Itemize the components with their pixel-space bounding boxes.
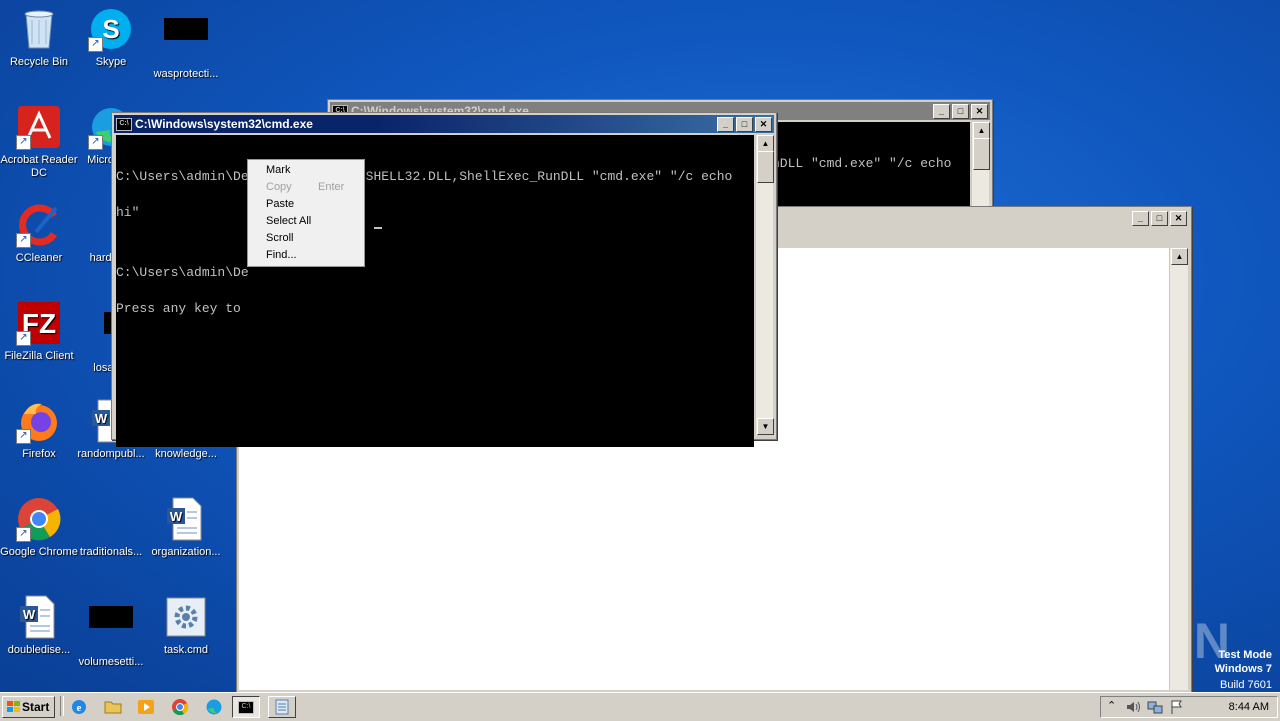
minimize-button[interactable]: _ bbox=[1132, 210, 1149, 226]
front-cmd-scrollbar[interactable]: ▲ ▼ bbox=[755, 135, 774, 435]
svg-text:S: S bbox=[102, 14, 119, 44]
word-document-icon: W bbox=[163, 496, 209, 542]
console-line: hi" bbox=[116, 205, 140, 220]
ccleaner-icon: ↗ bbox=[16, 202, 62, 248]
clock[interactable]: 8:44 AM bbox=[1229, 701, 1269, 713]
folder-icon[interactable] bbox=[104, 698, 122, 716]
svg-text:W: W bbox=[170, 509, 183, 524]
shortcut-arrow-icon: ↗ bbox=[16, 233, 31, 248]
shortcut-arrow-icon: ↗ bbox=[88, 135, 103, 150]
volume-icon[interactable] bbox=[1125, 699, 1141, 715]
black-file-icon bbox=[163, 18, 209, 64]
edge-icon[interactable] bbox=[205, 698, 223, 716]
gear-file-icon bbox=[163, 594, 209, 640]
scroll-up-button[interactable]: ▲ bbox=[1171, 248, 1188, 265]
console-line: C:\Users\admin\Desktop>rundll32 SHELL32.… bbox=[116, 169, 733, 184]
system-tray: ⌃ 8:44 AM bbox=[1100, 696, 1278, 718]
blank-window-scrollbar[interactable]: ▲ bbox=[1169, 248, 1188, 690]
minimize-button[interactable]: _ bbox=[717, 116, 734, 132]
black-file-icon bbox=[88, 606, 134, 652]
svg-text:e: e bbox=[77, 702, 82, 714]
desktop-icon-volumesetti[interactable]: volumesetti... bbox=[72, 594, 150, 669]
tray-expand-icon[interactable]: ⌃ bbox=[1107, 699, 1116, 712]
desktop-icon-organization[interactable]: W organization... bbox=[147, 496, 225, 559]
desktop-icon-recycle-bin[interactable]: Recycle Bin bbox=[0, 6, 78, 69]
menu-item-mark[interactable]: Mark bbox=[248, 162, 364, 179]
desktop-icon-filezilla[interactable]: FZ ↗ FileZilla Client bbox=[0, 300, 78, 363]
close-button[interactable]: ✕ bbox=[971, 103, 988, 119]
acrobat-icon: ↗ bbox=[16, 104, 62, 150]
network-icon[interactable] bbox=[1147, 699, 1163, 715]
shortcut-arrow-icon: ↗ bbox=[88, 37, 103, 52]
text-cursor bbox=[374, 227, 382, 229]
menu-item-copy[interactable]: Copy Enter bbox=[248, 179, 364, 196]
windows-logo-icon bbox=[7, 701, 20, 713]
desktop-icon-doubledise[interactable]: W doubledise... bbox=[0, 594, 78, 657]
menu-item-find[interactable]: Find... bbox=[248, 247, 364, 264]
build-label: Build 7601 bbox=[1220, 679, 1272, 691]
chrome-icon[interactable] bbox=[171, 698, 189, 716]
recycle-bin-icon bbox=[16, 6, 62, 52]
desktop-icon-chrome[interactable]: ↗ Google Chrome bbox=[0, 496, 78, 559]
desktop-icon-wasprotecti[interactable]: wasprotecti... bbox=[147, 6, 225, 81]
chrome-icon: ↗ bbox=[16, 496, 62, 542]
desktop-icon-skype[interactable]: S ↗ Skype bbox=[72, 6, 150, 69]
console-line: C:\Users\admin\De bbox=[116, 265, 249, 280]
menu-item-select-all[interactable]: Select All bbox=[248, 213, 364, 230]
word-document-icon: W bbox=[16, 594, 62, 640]
scroll-thumb[interactable] bbox=[757, 151, 774, 183]
desktop-icon-ccleaner[interactable]: ↗ CCleaner bbox=[0, 202, 78, 265]
back-cmd-scrollbar[interactable]: ▲ bbox=[971, 122, 990, 208]
minimize-button[interactable]: _ bbox=[933, 103, 950, 119]
desktop-icon-traditionals[interactable]: traditionals... bbox=[72, 496, 150, 559]
menu-item-scroll[interactable]: Scroll bbox=[248, 230, 364, 247]
internet-explorer-icon[interactable]: e bbox=[70, 698, 88, 716]
svg-text:W: W bbox=[95, 411, 108, 426]
desktop-icon-task-cmd[interactable]: task.cmd bbox=[147, 594, 225, 657]
front-cmd-titlebar[interactable]: C:\ C:\Windows\system32\cmd.exe _ □ ✕ bbox=[114, 115, 774, 133]
maximize-button[interactable]: □ bbox=[1151, 210, 1168, 226]
taskbar-button-cmd[interactable]: C:\ bbox=[232, 696, 260, 718]
filezilla-icon: FZ ↗ bbox=[16, 300, 62, 346]
cmd-icon: C:\ bbox=[238, 701, 254, 714]
context-menu[interactable]: Mark Copy Enter Paste Select All Scroll F… bbox=[247, 159, 365, 267]
taskbar-button-notepad[interactable] bbox=[268, 696, 296, 718]
action-center-flag-icon[interactable] bbox=[1169, 699, 1185, 715]
close-button[interactable]: ✕ bbox=[755, 116, 772, 132]
quicklaunch-divider bbox=[60, 696, 64, 716]
maximize-button[interactable]: □ bbox=[736, 116, 753, 132]
desktop-icon-acrobat[interactable]: ↗ Acrobat Reader DC bbox=[0, 104, 78, 180]
media-player-icon[interactable] bbox=[137, 698, 155, 716]
svg-text:W: W bbox=[23, 607, 36, 622]
desktop-icon-firefox[interactable]: ↗ Firefox bbox=[0, 398, 78, 461]
notepad-icon bbox=[275, 699, 289, 715]
front-cmd-console[interactable]: C:\Users\admin\Desktop>rundll32 SHELL32.… bbox=[116, 135, 754, 447]
cmd-icon: C:\ bbox=[116, 117, 132, 131]
start-button[interactable]: Start bbox=[2, 696, 55, 718]
shortcut-arrow-icon: ↗ bbox=[16, 429, 31, 444]
windows-version-label: Windows 7 bbox=[1214, 663, 1272, 675]
test-mode-label: Test Mode bbox=[1218, 649, 1272, 661]
shortcut-arrow-icon: ↗ bbox=[16, 527, 31, 542]
scroll-down-button[interactable]: ▼ bbox=[757, 418, 774, 435]
skype-icon: S ↗ bbox=[88, 6, 134, 52]
scroll-up-button[interactable]: ▲ bbox=[973, 122, 990, 139]
firefox-icon: ↗ bbox=[16, 398, 62, 444]
close-button[interactable]: ✕ bbox=[1170, 210, 1187, 226]
shortcut-arrow-icon: ↗ bbox=[16, 331, 31, 346]
console-line: Press any key to bbox=[116, 301, 241, 316]
taskbar: Start e C:\ ⌃ 8:44 AM bbox=[0, 692, 1280, 721]
scroll-up-button[interactable]: ▲ bbox=[757, 135, 774, 152]
shortcut-arrow-icon: ↗ bbox=[16, 135, 31, 150]
scroll-thumb[interactable] bbox=[973, 138, 990, 170]
menu-item-paste[interactable]: Paste bbox=[248, 196, 364, 213]
front-cmd-window[interactable]: C:\ C:\Windows\system32\cmd.exe _ □ ✕ C:… bbox=[111, 112, 777, 447]
maximize-button[interactable]: □ bbox=[952, 103, 969, 119]
